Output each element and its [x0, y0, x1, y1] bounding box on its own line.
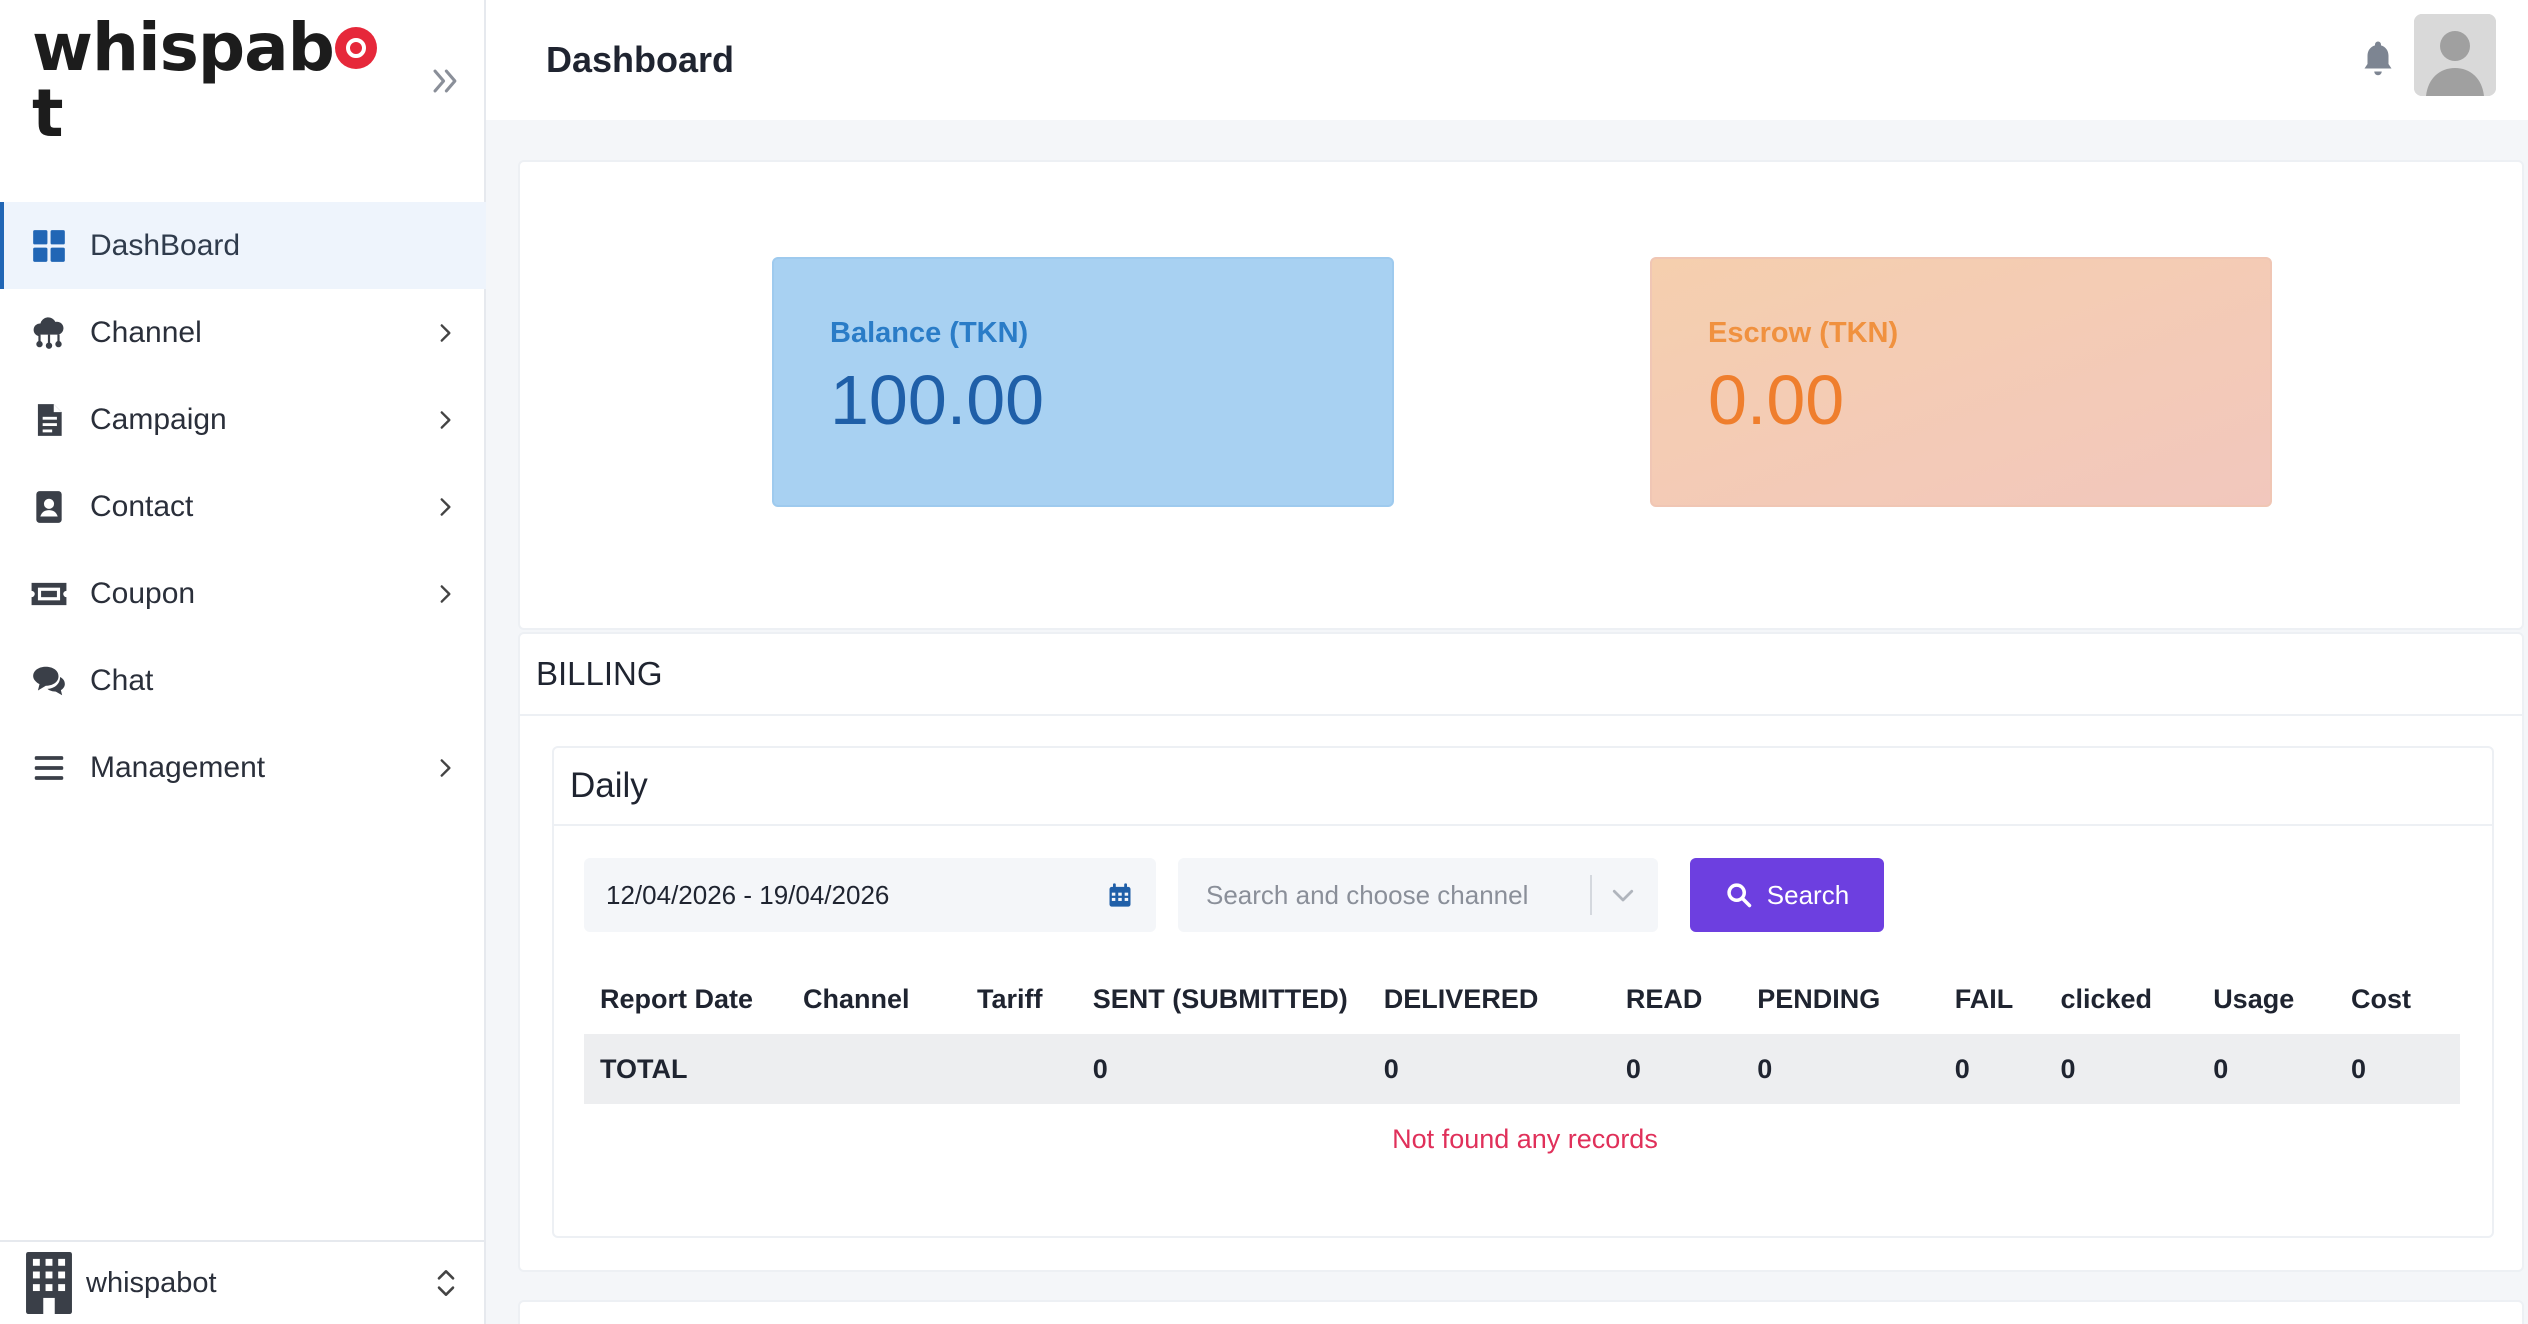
menu-lines-icon: [28, 747, 70, 789]
column-header[interactable]: PENDING: [1741, 964, 1938, 1034]
chevron-up-down-icon: [437, 1270, 455, 1296]
table-cell: 0: [1938, 1034, 2045, 1104]
column-header[interactable]: Cost: [2335, 964, 2460, 1034]
sidebar-item-chat[interactable]: Chat: [0, 637, 486, 724]
sidebar-nav: DashBoard Channel Campaign Contact Coupo…: [0, 202, 486, 811]
empty-records-message: Not found any records: [1392, 1124, 1658, 1154]
document-list-icon: [28, 399, 70, 441]
billing-panel: BILLING Daily 12/04/2026 - 19/04/2026 Se…: [518, 632, 2524, 1272]
table-cell: 0: [1076, 1034, 1368, 1104]
balance-value: 100.00: [830, 361, 1045, 439]
column-header[interactable]: Channel: [787, 964, 961, 1034]
sidebar-item-management[interactable]: Management: [0, 724, 486, 811]
chevron-right-icon: [440, 497, 451, 516]
sidebar-item-label: Management: [90, 750, 266, 784]
chevron-right-icon: [440, 584, 451, 603]
next-panel: [518, 1300, 2524, 1324]
ticket-icon: [28, 573, 70, 615]
column-header[interactable]: clicked: [2044, 964, 2197, 1034]
chevron-down-icon[interactable]: [1608, 880, 1638, 910]
search-button-label: Search: [1766, 879, 1850, 910]
column-header[interactable]: Tariff: [961, 964, 1077, 1034]
organization-switcher[interactable]: whispabot: [0, 1240, 486, 1324]
table-cell: 0: [2044, 1034, 2198, 1104]
channel-select-placeholder: Search and choose channel: [1206, 879, 1529, 910]
brand-logo[interactable]: whispabt: [32, 15, 408, 147]
column-header[interactable]: Report Date: [584, 964, 787, 1034]
date-range-picker[interactable]: 12/04/2026 - 19/04/2026: [584, 858, 1156, 932]
balance-panel: Balance (TKN) 100.00 Escrow (TKN) 0.00: [518, 160, 2524, 630]
sidebar-item-channel[interactable]: Channel: [0, 289, 486, 376]
column-header[interactable]: FAIL: [1939, 964, 2045, 1034]
user-avatar[interactable]: [2414, 14, 2496, 96]
table-cell: 0: [2197, 1034, 2335, 1104]
search-button[interactable]: Search: [1690, 858, 1884, 932]
column-header[interactable]: Usage: [2197, 964, 2335, 1034]
table-cell: 0: [2334, 1034, 2460, 1104]
balance-label: Balance (TKN): [830, 317, 1029, 349]
cloud-network-icon: [28, 312, 70, 354]
double-chevron-right-icon[interactable]: [428, 64, 462, 98]
escrow-value: 0.00: [1708, 361, 1845, 439]
sidebar-item-campaign[interactable]: Campaign: [0, 376, 486, 463]
bell-icon[interactable]: [2360, 38, 2396, 78]
search-icon: [1727, 883, 1752, 908]
column-header[interactable]: DELIVERED: [1368, 964, 1610, 1034]
chevron-right-icon: [440, 410, 451, 429]
sidebar-item-label: Campaign: [90, 402, 227, 436]
sidebar-item-contact[interactable]: Contact: [0, 463, 486, 550]
billing-table: Report Date Channel Tariff SENT (SUBMITT…: [584, 964, 2460, 1104]
column-header[interactable]: READ: [1610, 964, 1741, 1034]
building-icon: [26, 1252, 72, 1314]
escrow-card: Escrow (TKN) 0.00: [1650, 257, 2272, 507]
sidebar-item-label: Contact: [90, 489, 194, 523]
organization-name: whispabot: [86, 1266, 217, 1299]
logo-row: whispabt: [32, 15, 462, 147]
total-row: TOTAL 0 0 0 0 0 0 0 0: [584, 1034, 2460, 1104]
user-silhouette-icon: [2414, 14, 2496, 96]
sidebar-item-label: Chat: [90, 663, 154, 697]
column-header[interactable]: SENT (SUBMITTED): [1077, 964, 1368, 1034]
table-cell: [961, 1034, 1077, 1104]
table-cell: 0: [1741, 1034, 1939, 1104]
table-cell: 0: [1367, 1034, 1610, 1104]
sidebar-item-label: Coupon: [90, 576, 196, 610]
table-cell: TOTAL: [584, 1034, 788, 1104]
chat-bubbles-icon: [28, 660, 70, 702]
table-header-row: Report Date Channel Tariff SENT (SUBMITT…: [584, 964, 2460, 1034]
page-title: Dashboard: [546, 39, 735, 80]
daily-report-card: Daily 12/04/2026 - 19/04/2026 Search and…: [552, 746, 2494, 1238]
contact-book-icon: [28, 486, 70, 528]
sidebar-item-label: Channel: [90, 315, 202, 349]
escrow-label: Escrow (TKN): [1708, 317, 1899, 349]
table-cell: [787, 1034, 961, 1104]
chevron-right-icon: [440, 323, 451, 342]
sidebar-item-label: DashBoard: [90, 228, 241, 262]
sidebar-item-coupon[interactable]: Coupon: [0, 550, 486, 637]
billing-title: BILLING: [520, 634, 2522, 716]
top-bar: Dashboard: [486, 0, 2528, 120]
sidebar-item-dashboard[interactable]: DashBoard: [0, 202, 486, 289]
select-separator: [1590, 875, 1592, 915]
channel-select[interactable]: Search and choose channel: [1178, 858, 1658, 932]
sidebar: whispabt DashBoard Channel Campaign Cont…: [0, 0, 486, 1324]
balance-card: Balance (TKN) 100.00: [772, 257, 1394, 507]
calendar-icon: [1109, 883, 1131, 907]
chevron-right-icon: [440, 758, 451, 777]
dashboard-grid-icon: [28, 225, 70, 267]
table-cell: 0: [1609, 1034, 1742, 1104]
date-range-value: 12/04/2026 - 19/04/2026: [606, 879, 890, 910]
daily-title: Daily: [554, 748, 2492, 826]
